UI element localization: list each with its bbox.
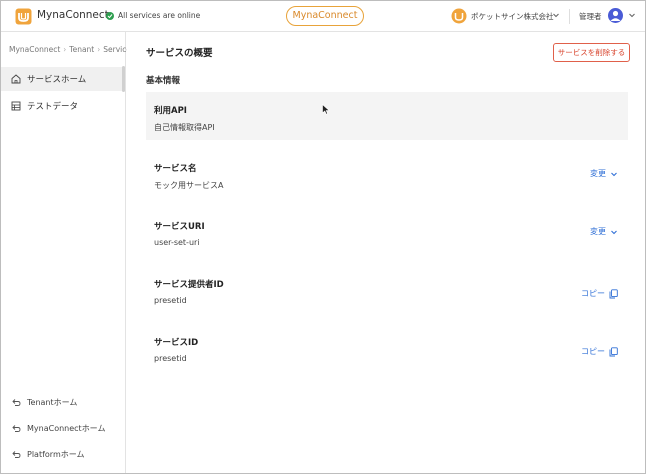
sidebar-item-service-home[interactable]: サービスホーム [1, 67, 125, 91]
sidebar: MynaConnect › Tenant › Service サービスホーム テ… [1, 32, 131, 473]
action-label: コピー [581, 347, 605, 356]
breadcrumb-item-mynaconnect[interactable]: MynaConnect [9, 45, 60, 54]
row-label: サービス名 [154, 164, 197, 174]
chevron-down-icon [611, 172, 617, 176]
row-label: サービス提供者ID [154, 280, 224, 290]
return-icon [12, 450, 21, 458]
mouse-cursor-icon [322, 104, 330, 115]
app-window: MynaConnect All services are online Myna… [0, 0, 646, 474]
action-label: 変更 [590, 169, 606, 178]
row-value: user-set-uri [154, 238, 200, 247]
table-icon [11, 101, 21, 111]
action-label: 変更 [590, 227, 606, 236]
row-value: presetid [154, 296, 187, 305]
sidebar-item-label: サービスホーム [27, 75, 87, 85]
info-row-service-id: サービスID presetid コピー [146, 324, 628, 372]
info-row-service-uri: サービスURI user-set-uri 変更 [146, 208, 628, 256]
check-circle-icon [106, 11, 114, 20]
main-content: サービスの概要 サービスを削除する 基本情報 利用API 自己情報取得API サ… [127, 32, 645, 473]
status-text: All services are online [118, 11, 201, 20]
info-row-api: 利用API 自己情報取得API [146, 92, 628, 140]
footer-link-label: MynaConnectホーム [27, 423, 106, 433]
mynaconnect-pill[interactable]: MynaConnect [286, 6, 364, 26]
breadcrumb: MynaConnect › Tenant › Service [9, 45, 131, 54]
user-role[interactable]: 管理者 [579, 11, 602, 22]
header-divider [569, 9, 570, 24]
row-label: 利用API [154, 106, 187, 116]
user-avatar-icon[interactable] [608, 8, 623, 23]
chevron-down-icon[interactable] [628, 11, 636, 19]
copy-provider-id-button[interactable]: コピー [581, 288, 618, 299]
page-title: サービスの概要 [146, 48, 213, 59]
chevron-right-icon: › [63, 45, 67, 54]
info-row-service-name: サービス名 モック用サービスA 変更 [146, 150, 628, 198]
sidebar-item-label: テストデータ [27, 102, 79, 112]
breadcrumb-item-tenant[interactable]: Tenant [69, 45, 94, 54]
sidebar-link-platform-home[interactable]: Platformホーム [1, 444, 125, 464]
change-service-uri-button[interactable]: 変更 [590, 226, 618, 237]
sidebar-scrollbar[interactable] [122, 66, 125, 92]
chevron-down-icon[interactable] [552, 11, 560, 19]
sidebar-link-mynaconnect-home[interactable]: MynaConnectホーム [1, 418, 125, 438]
service-status: All services are online [106, 11, 200, 20]
delete-service-button[interactable]: サービスを削除する [553, 43, 630, 62]
info-row-provider-id: サービス提供者ID presetid コピー [146, 266, 628, 314]
return-icon [12, 398, 21, 406]
row-label: サービスID [154, 338, 199, 348]
row-label: サービスURI [154, 222, 205, 232]
copy-icon [609, 346, 618, 356]
change-service-name-button[interactable]: 変更 [590, 168, 618, 179]
copy-icon [609, 288, 618, 298]
section-title: 基本情報 [146, 76, 181, 86]
chevron-down-icon [611, 230, 617, 234]
row-value: 自己情報取得API [154, 123, 215, 132]
row-value: モック用サービスA [154, 181, 224, 190]
organization-logo-icon[interactable] [451, 8, 467, 24]
copy-service-id-button[interactable]: コピー [581, 346, 618, 357]
organization-name[interactable]: ポケットサイン株式会社 [471, 11, 554, 22]
return-icon [12, 424, 21, 432]
sidebar-item-test-data[interactable]: テストデータ [1, 94, 125, 118]
app-name[interactable]: MynaConnect [37, 9, 109, 21]
sidebar-link-tenant-home[interactable]: Tenantホーム [1, 392, 125, 412]
home-icon [11, 74, 21, 84]
logo-icon [15, 8, 32, 25]
chevron-right-icon: › [97, 45, 101, 54]
row-value: presetid [154, 354, 187, 363]
action-label: コピー [581, 289, 605, 298]
footer-link-label: Platformホーム [27, 449, 85, 459]
footer-link-label: Tenantホーム [27, 397, 78, 407]
top-header: MynaConnect All services are online Myna… [1, 1, 645, 32]
